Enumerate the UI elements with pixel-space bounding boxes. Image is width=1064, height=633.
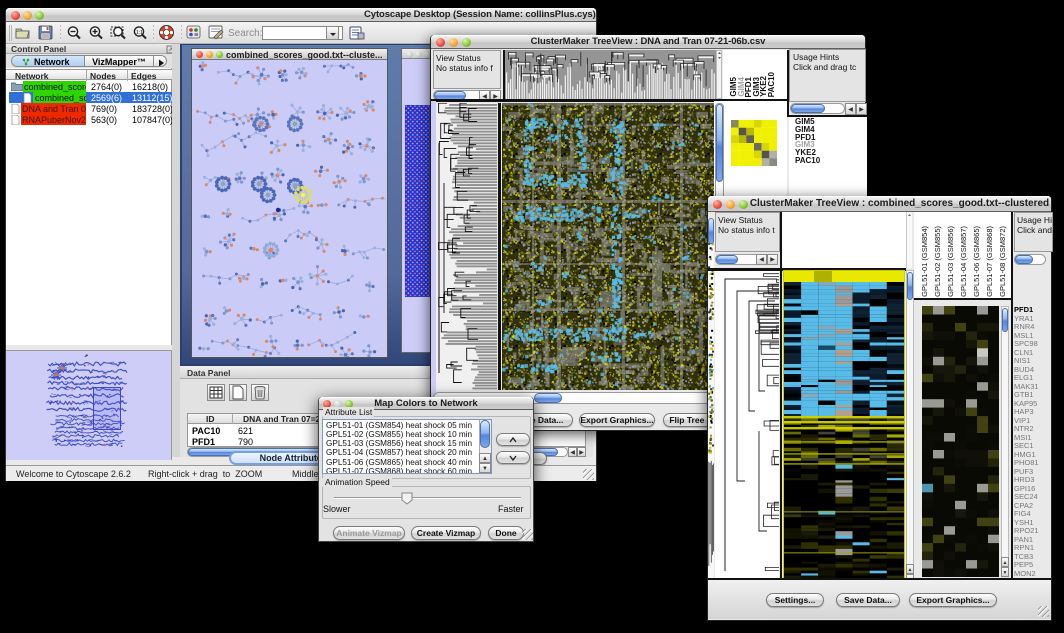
svg-text:1:1: 1:1 bbox=[136, 30, 143, 36]
